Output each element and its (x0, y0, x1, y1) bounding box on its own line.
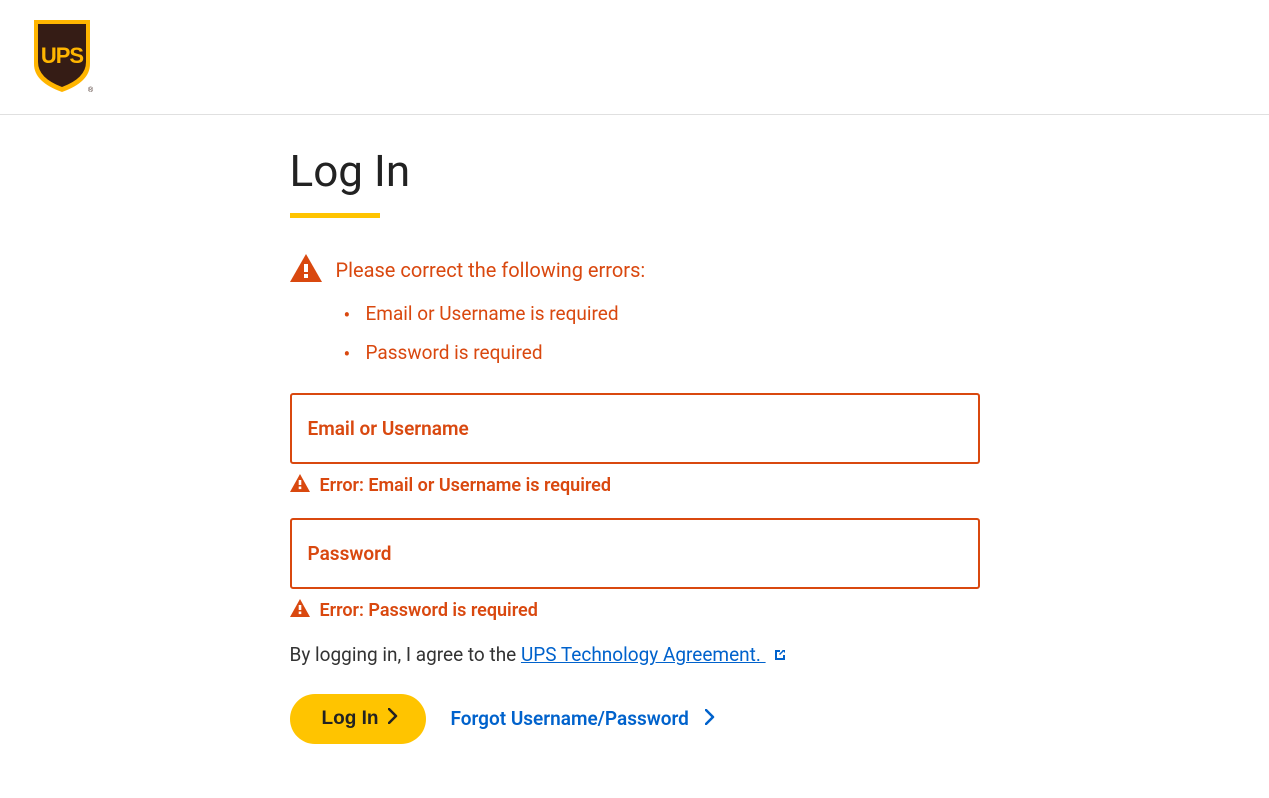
password-field[interactable]: Password (290, 518, 980, 589)
chevron-right-icon (388, 708, 398, 730)
actions-row: Log In Forgot Username/Password (290, 694, 980, 744)
email-label: Email or Username (308, 417, 469, 440)
forgot-link[interactable]: Forgot Username/Password (450, 707, 714, 730)
error-summary-header: Please correct the following errors: (290, 254, 980, 286)
error-list: Email or Username is required Password i… (290, 302, 980, 365)
alert-icon (290, 254, 322, 286)
error-summary: Please correct the following errors: Ema… (290, 254, 980, 365)
page-title: Log In (290, 145, 411, 205)
chevron-right-icon (705, 707, 715, 730)
agreement-text: By logging in, I agree to the UPS Techno… (290, 643, 980, 667)
error-list-item: Password is required (344, 341, 980, 366)
email-field-error: Error: Email or Username is required (290, 474, 980, 496)
email-form-group: Email or Username Error: Email or Userna… (290, 393, 980, 496)
password-error-text: Error: Password is required (320, 600, 538, 621)
agreement-link[interactable]: UPS Technology Agreement. (521, 643, 766, 666)
password-label: Password (308, 542, 392, 565)
forgot-link-label: Forgot Username/Password (450, 707, 688, 730)
email-field[interactable]: Email or Username (290, 393, 980, 464)
error-list-item: Email or Username is required (344, 302, 980, 327)
login-button[interactable]: Log In (290, 694, 427, 744)
alert-icon (290, 599, 310, 621)
agreement-prefix: By logging in, I agree to the (290, 643, 521, 666)
login-content: Log In Please correct the following erro… (290, 115, 980, 784)
page-header: UPS ® (0, 0, 1269, 115)
title-underline (290, 213, 380, 218)
password-field-error: Error: Password is required (290, 599, 980, 621)
ups-logo[interactable]: UPS ® (30, 16, 94, 98)
alert-icon (290, 474, 310, 496)
svg-text:®: ® (88, 86, 94, 94)
error-summary-title: Please correct the following errors: (336, 258, 646, 282)
external-link-icon (772, 645, 788, 668)
password-form-group: Password Error: Password is required (290, 518, 980, 621)
svg-text:UPS: UPS (41, 43, 84, 68)
email-error-text: Error: Email or Username is required (320, 475, 612, 496)
login-button-label: Log In (322, 708, 379, 730)
